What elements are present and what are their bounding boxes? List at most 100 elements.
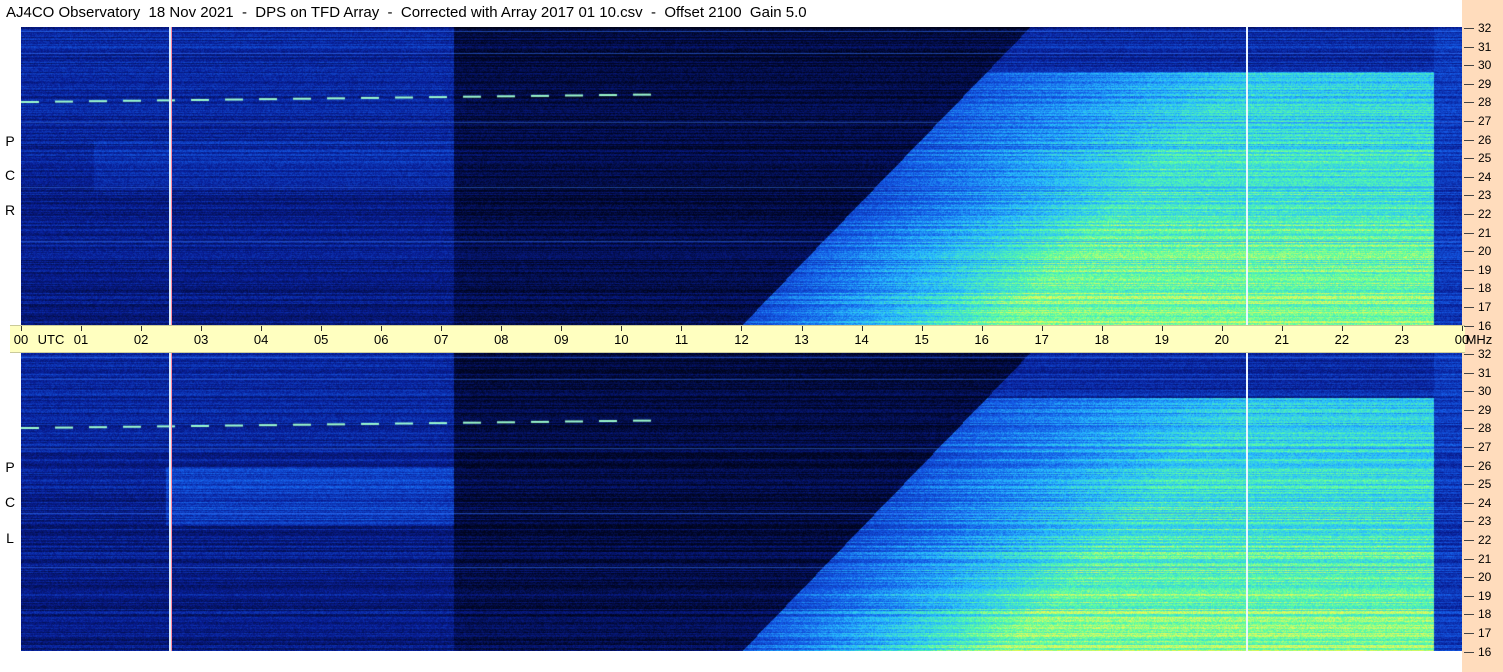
freq-tick — [1464, 232, 1474, 234]
time-label-01: 01 — [73, 332, 89, 347]
time-label-09: 09 — [554, 332, 569, 347]
time-label-19: 19 — [1154, 332, 1169, 347]
time-label-05: 05 — [313, 332, 329, 347]
freq-tick — [1464, 502, 1474, 504]
pol-label-p: P — [5, 133, 15, 149]
freq-label-22: 22 — [1478, 207, 1492, 221]
freq-label-21: 21 — [1478, 551, 1492, 566]
freq-label-28: 28 — [1478, 95, 1492, 110]
time-tick — [801, 326, 803, 331]
pol-label-l: L — [6, 530, 14, 546]
freq-label-26: 26 — [1478, 132, 1492, 147]
time-label-mhz: MHz — [1465, 332, 1493, 347]
freq-tick — [1464, 484, 1474, 486]
time-tick — [1461, 326, 1463, 331]
time-marker-2030-lower — [1246, 353, 1248, 651]
freq-label-27: 27 — [1478, 440, 1492, 454]
time-tick — [981, 326, 983, 331]
freq-tick — [1464, 521, 1474, 523]
pol-label-c-lower: C — [4, 494, 16, 510]
time-tick — [861, 326, 863, 331]
freq-tick — [1464, 325, 1474, 327]
time-label-04: 04 — [253, 332, 269, 347]
time-tick — [81, 326, 83, 331]
freq-tick — [1464, 577, 1474, 579]
freq-tick — [1464, 633, 1474, 634]
frequency-axis-bottom: 32 31 30 29 28 27 26 25 24 23 22 21 20 19 18 17 16 — [1462, 347, 1503, 659]
freq-label-23: 23 — [1478, 514, 1492, 529]
freq-tick — [1464, 46, 1474, 48]
freq-label-32: 32 — [1478, 21, 1492, 35]
freq-label-19: 19 — [1478, 588, 1492, 603]
time-tick — [921, 326, 923, 331]
freq-tick — [1464, 409, 1474, 411]
freq-tick — [1464, 269, 1474, 271]
freq-label-20: 20 — [1478, 244, 1492, 259]
freq-label-20: 20 — [1478, 570, 1492, 585]
time-tick — [381, 326, 383, 331]
time-tick — [681, 326, 683, 331]
frequency-axis-top: 32 31 30 29 28 27 26 25 24 23 22 21 20 19 18 17 16 — [1462, 21, 1503, 333]
time-tick — [21, 326, 22, 331]
time-tick — [321, 326, 323, 331]
time-label-15: 15 — [914, 332, 929, 347]
time-label-07: 07 — [434, 332, 449, 347]
time-marker-0230-lower-red — [171, 353, 172, 651]
freq-tick — [1464, 28, 1474, 29]
time-tick — [141, 326, 143, 331]
freq-label-19: 19 — [1478, 262, 1492, 277]
time-label-06: 06 — [374, 332, 389, 347]
freq-tick — [1464, 288, 1474, 290]
time-label-02: 02 — [133, 332, 149, 347]
pol-label-r: R — [4, 202, 16, 218]
freq-label-24: 24 — [1478, 495, 1492, 510]
time-tick — [501, 326, 503, 331]
time-label-20: 20 — [1214, 332, 1230, 347]
time-label-08: 08 — [494, 332, 509, 347]
time-tick — [1161, 326, 1163, 331]
time-tick — [1401, 326, 1403, 331]
freq-tick — [1464, 176, 1474, 178]
time-tick — [1101, 326, 1103, 331]
freq-label-17: 17 — [1478, 300, 1492, 314]
time-tick — [741, 326, 743, 331]
freq-label-29: 29 — [1478, 76, 1492, 91]
time-tick — [621, 326, 623, 331]
freq-label-26: 26 — [1478, 458, 1492, 473]
freq-label-27: 27 — [1478, 114, 1492, 128]
time-label-12: 12 — [734, 332, 749, 347]
time-label-23: 23 — [1394, 332, 1410, 347]
freq-tick — [1464, 307, 1474, 308]
time-label-14: 14 — [854, 332, 869, 347]
freq-label-24: 24 — [1478, 169, 1492, 184]
time-tick — [201, 326, 203, 331]
freq-label-21: 21 — [1478, 225, 1492, 240]
freq-tick — [1464, 428, 1474, 430]
time-label-13: 13 — [794, 332, 809, 347]
time-label-22: 22 — [1334, 332, 1350, 347]
time-label-10: 10 — [614, 332, 629, 347]
freq-label-30: 30 — [1478, 58, 1492, 73]
freq-tick — [1464, 214, 1474, 215]
freq-tick — [1464, 595, 1474, 597]
freq-label-32: 32 — [1478, 347, 1492, 361]
freq-tick — [1464, 158, 1474, 160]
pol-label-c: C — [4, 167, 16, 183]
freq-tick — [1464, 614, 1474, 616]
time-label-16: 16 — [974, 332, 989, 347]
freq-label-16: 16 — [1478, 644, 1492, 659]
freq-tick — [1464, 558, 1474, 560]
freq-tick — [1464, 372, 1474, 374]
freq-tick — [1464, 540, 1474, 541]
time-label-11: 11 — [674, 332, 689, 347]
time-tick — [561, 326, 563, 331]
freq-tick — [1464, 465, 1474, 467]
freq-tick — [1464, 354, 1474, 355]
freq-tick — [1464, 391, 1474, 393]
freq-tick — [1464, 447, 1474, 448]
freq-label-18: 18 — [1478, 607, 1492, 622]
freq-label-29: 29 — [1478, 402, 1492, 417]
time-tick — [261, 326, 263, 331]
freq-tick — [1464, 83, 1474, 85]
freq-label-18: 18 — [1478, 281, 1492, 296]
